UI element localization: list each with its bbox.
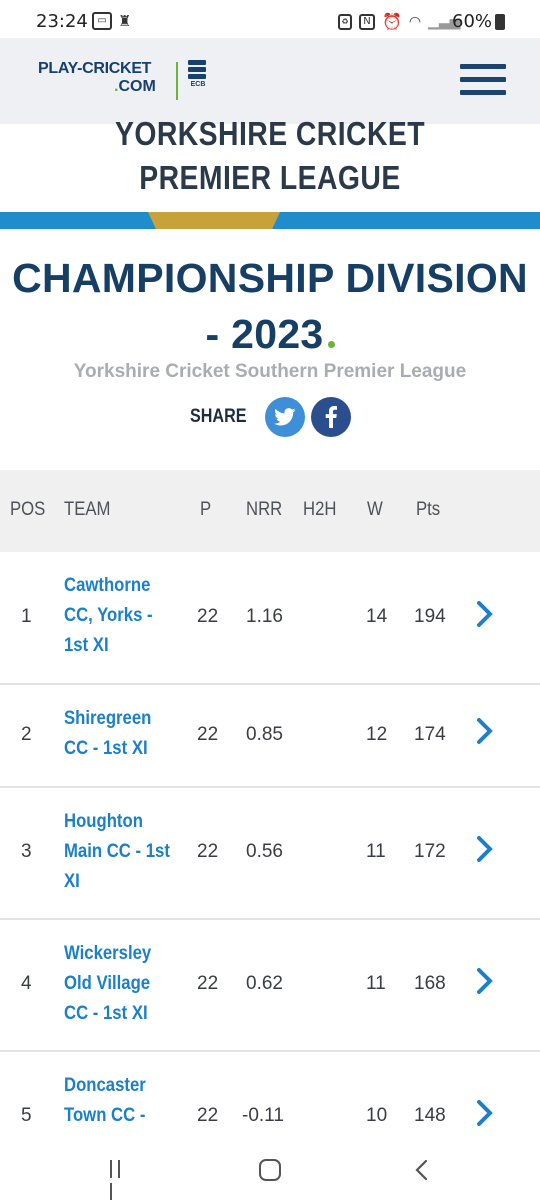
battery-percent: 60% [452, 11, 493, 32]
row-nrr: 1.16 [246, 606, 283, 627]
row-won: 11 [366, 841, 386, 862]
twitter-icon [273, 408, 295, 426]
league-title: YORKSHIRE CRICKET SOUTHERN PREMIER LEAGU… [38, 112, 502, 204]
play-cricket-logo[interactable]: PLAY-CRICKET .COM ECB [38, 60, 218, 104]
table-row[interactable]: 5 Doncaster Town CC - 22 -0.11 10 148 [0, 1052, 540, 1140]
col-header-team[interactable]: TEAM [64, 499, 110, 521]
team-link[interactable]: Doncaster Town CC - [64, 1071, 161, 1131]
row-won: 10 [366, 1105, 388, 1126]
share-bar: SHARE [190, 397, 351, 437]
table-row[interactable]: 3 Houghton Main CC - 1st XI 22 0.56 11 1… [0, 788, 540, 920]
row-points: 174 [414, 724, 446, 745]
row-played: 22 [197, 841, 219, 862]
league-title-line1: YORKSHIRE CRICKET SOUTHERN [114, 115, 426, 152]
chevron-right-icon[interactable] [474, 599, 496, 629]
row-played: 22 [197, 606, 219, 627]
team-link[interactable]: Wickersley Old Village CC - 1st XI [64, 939, 161, 1029]
row-nrr: -0.11 [242, 1105, 284, 1126]
row-won: 14 [366, 606, 388, 627]
row-pos: 3 [21, 841, 32, 862]
league-subtitle: Yorkshire Cricket Southern Premier Leagu… [73, 361, 467, 382]
facebook-share-button[interactable] [310, 397, 351, 437]
logo-text-com: COM [118, 78, 156, 95]
recycle-icon: ♻ [338, 13, 352, 30]
chevron-right-icon[interactable] [474, 1098, 496, 1128]
col-header-h2h[interactable]: H2H [303, 499, 336, 521]
team-link[interactable]: Houghton Main CC - 1st XI [64, 807, 170, 897]
team-link[interactable]: Shiregreen CC - 1st XI [64, 704, 161, 764]
twitter-share-button[interactable] [264, 397, 305, 437]
row-points: 168 [414, 973, 446, 994]
battery-icon [495, 14, 505, 30]
col-header-nrr[interactable]: NRR [246, 499, 282, 521]
row-played: 22 [197, 973, 219, 994]
chevron-right-icon[interactable] [474, 834, 496, 864]
title-dot [327, 341, 335, 348]
page-title: CHAMPIONSHIP DIVISION - 2023 [0, 250, 540, 362]
chevron-right-icon[interactable] [474, 716, 496, 746]
home-icon[interactable] [259, 1159, 281, 1181]
page-title-line2: - 2023 [205, 311, 324, 357]
table-row[interactable]: 2 Shiregreen CC - 1st XI 22 0.85 12 174 [0, 685, 540, 788]
stripe-gold-accent [148, 212, 280, 229]
ecb-logo-text: ECB [190, 81, 206, 88]
facebook-icon [325, 406, 337, 428]
row-points: 172 [414, 841, 446, 862]
wifi-icon: ◠ [408, 13, 422, 30]
row-pos: 5 [21, 1105, 32, 1126]
share-label: SHARE [190, 406, 247, 427]
menu-icon[interactable] [460, 64, 508, 98]
row-pos: 4 [21, 973, 32, 994]
logo-text-play-cricket: PLAY-CRICKET [38, 60, 152, 77]
row-nrr: 0.85 [246, 724, 283, 745]
col-header-points[interactable]: Pts [416, 499, 440, 521]
recent-apps-icon[interactable] [110, 1160, 132, 1200]
table-row[interactable]: 1 Cawthorne CC, Yorks - 1st XI 22 1.16 1… [0, 552, 540, 685]
col-header-pos[interactable]: POS [10, 499, 45, 521]
back-icon[interactable] [412, 1158, 432, 1182]
row-points: 148 [414, 1105, 446, 1126]
row-played: 22 [197, 1105, 219, 1126]
alarm-icon: ⏰ [382, 12, 402, 31]
col-header-played[interactable]: P [200, 499, 211, 521]
system-nav-bar [0, 1140, 540, 1200]
league-title-line2: PREMIER LEAGUE [139, 159, 401, 196]
logo-divider [176, 62, 178, 100]
ecb-logo: ECB [188, 60, 208, 100]
header-stripe [0, 212, 540, 229]
chevron-right-icon[interactable] [474, 966, 496, 996]
row-won: 12 [366, 724, 388, 745]
notification-icon: ♜ [118, 12, 132, 30]
col-header-won[interactable]: W [367, 499, 383, 521]
status-time: 23:24 [36, 11, 88, 32]
row-won: 11 [366, 973, 386, 994]
table-header: POS TEAM P NRR H2H W Pts [0, 470, 540, 552]
row-nrr: 0.56 [246, 841, 283, 862]
row-played: 22 [197, 724, 219, 745]
page-title-line1: CHAMPIONSHIP DIVISION [12, 255, 528, 301]
row-pos: 2 [21, 724, 32, 745]
team-link[interactable]: Cawthorne CC, Yorks - 1st XI [64, 571, 161, 661]
table-row[interactable]: 4 Wickersley Old Village CC - 1st XI 22 … [0, 920, 540, 1052]
row-pos: 1 [21, 606, 32, 627]
nfc-icon: N [359, 13, 375, 30]
row-nrr: 0.62 [246, 973, 283, 994]
cast-icon: ▭ [92, 12, 112, 30]
row-points: 194 [414, 606, 446, 627]
